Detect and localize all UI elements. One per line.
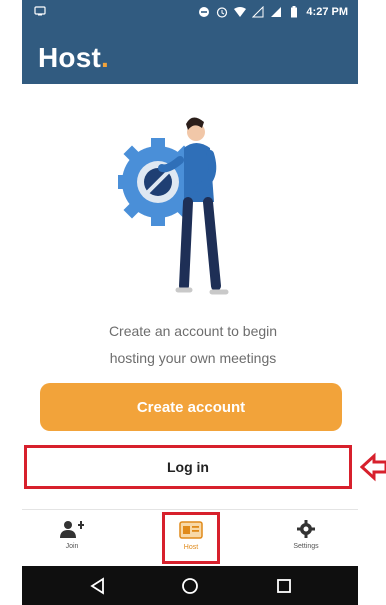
title-text: Host	[38, 42, 102, 73]
system-nav-bar	[22, 566, 358, 605]
back-icon[interactable]	[88, 576, 108, 596]
signal-icon	[252, 6, 264, 18]
notification-icon	[34, 6, 46, 19]
status-bar: 4:27 PM	[22, 0, 358, 28]
signal-lte-icon	[271, 7, 282, 17]
home-icon[interactable]	[180, 576, 200, 596]
pointer-arrow-icon	[360, 452, 386, 482]
alarm-icon	[217, 7, 228, 18]
status-time: 4:27 PM	[306, 6, 348, 18]
nav-item-settings[interactable]: Settings	[276, 510, 336, 566]
nav-item-host[interactable]: Host	[162, 512, 220, 564]
page-title: Host.	[38, 42, 109, 74]
nav-label-join: Join	[65, 543, 79, 550]
hosting-prompt: Create an account to begin hosting your …	[60, 318, 326, 372]
add-person-icon	[60, 521, 84, 538]
title-dot: .	[101, 42, 110, 73]
dnd-icon	[199, 7, 210, 17]
gear-icon	[297, 520, 315, 538]
nav-label-host: Host	[183, 544, 199, 551]
prompt-line-2: hosting your own meetings	[109, 350, 277, 366]
create-account-button[interactable]: Create account	[40, 383, 342, 431]
prompt-line-1: Create an account to begin	[108, 323, 278, 339]
host-illustration	[118, 117, 229, 295]
recents-icon[interactable]	[274, 576, 294, 596]
log-in-button[interactable]: Log in	[24, 445, 352, 489]
app-header: 4:27 PM Host.	[22, 0, 358, 84]
host-card-icon	[179, 521, 203, 539]
nav-item-join[interactable]: Join	[42, 510, 102, 566]
nav-label-settings: Settings	[293, 543, 319, 550]
bottom-nav: Join Host Settings	[22, 510, 358, 566]
wifi-icon	[234, 7, 247, 17]
battery-icon	[291, 6, 298, 18]
